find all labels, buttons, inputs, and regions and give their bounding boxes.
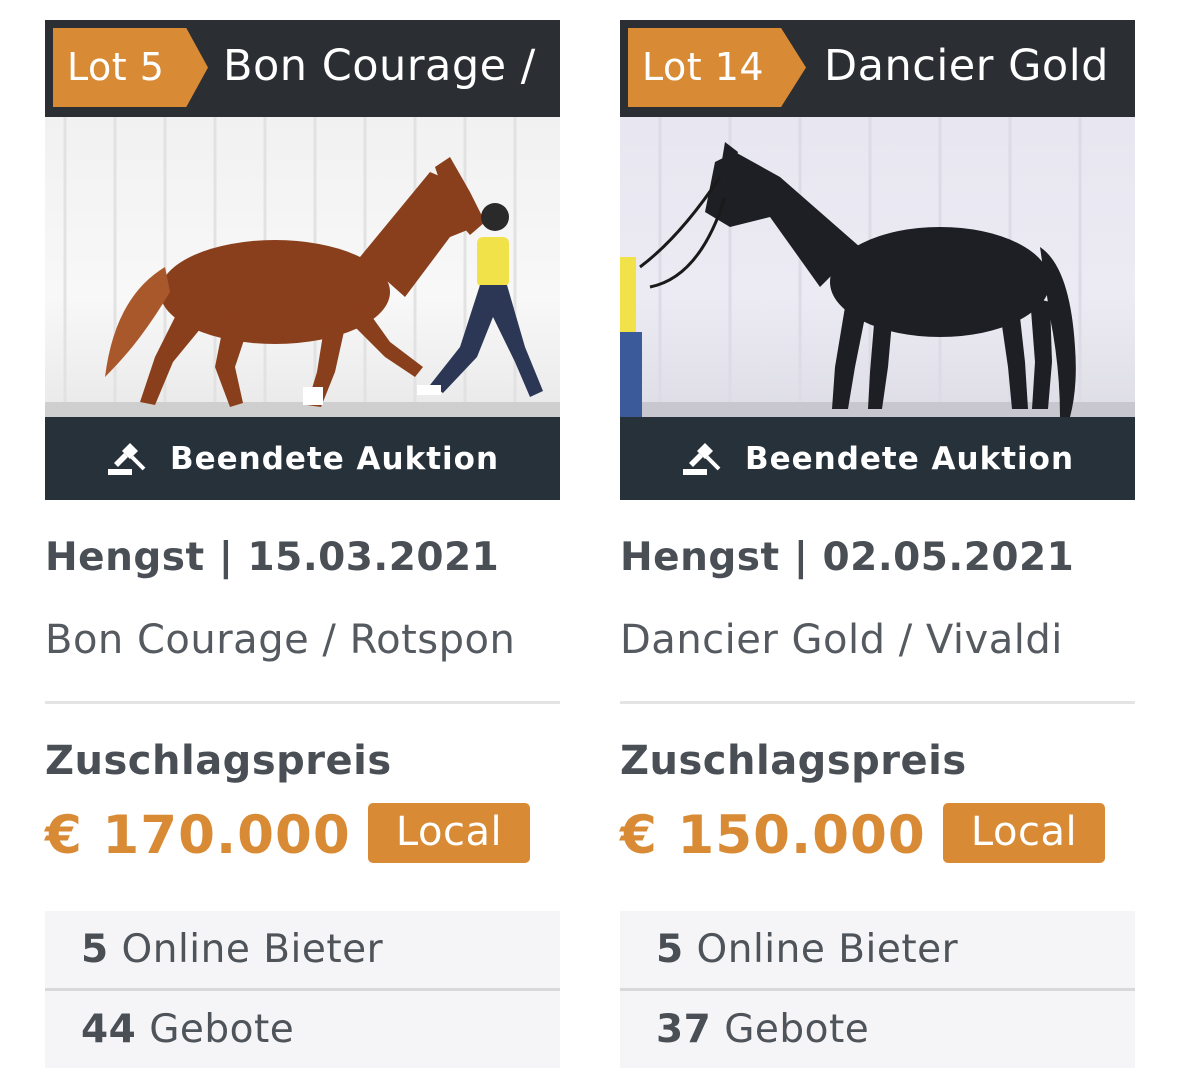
card-header[interactable]: Lot 5 Bon Courage / bbox=[45, 20, 560, 117]
auction-card-lot-14[interactable]: Lot 14 Dancier Gold Beendete Auktion Hen… bbox=[620, 20, 1135, 1068]
horse-meta: Hengst | 02.05.2021 bbox=[620, 534, 1135, 582]
lot-badge: Lot 5 bbox=[53, 28, 208, 107]
price-label: Zuschlagspreis bbox=[620, 738, 967, 784]
meta-divider: | bbox=[793, 535, 809, 580]
horse-gender: Hengst bbox=[45, 535, 205, 580]
bids-label: Gebote bbox=[149, 1007, 295, 1052]
horse-birthdate: 15.03.2021 bbox=[247, 535, 500, 580]
online-bidders-count: 5 bbox=[81, 927, 109, 972]
auction-status-bar: Beendete Auktion bbox=[45, 417, 560, 500]
online-bidders-label: Online Bieter bbox=[121, 927, 384, 972]
bids-row: 37 Gebote bbox=[620, 988, 1135, 1068]
bids-label: Gebote bbox=[724, 1007, 870, 1052]
auction-status-label: Beendete Auktion bbox=[744, 440, 1075, 477]
horse-photo[interactable] bbox=[45, 117, 560, 417]
bids-count: 44 bbox=[81, 1007, 137, 1052]
price-label: Zuschlagspreis bbox=[45, 738, 392, 784]
meta-divider: | bbox=[218, 535, 234, 580]
local-badge: Local bbox=[368, 803, 530, 863]
horse-image bbox=[620, 117, 1135, 417]
horse-gender: Hengst bbox=[620, 535, 780, 580]
price-row: € 170.000 Local bbox=[45, 801, 560, 871]
auction-status-bar: Beendete Auktion bbox=[620, 417, 1135, 500]
lot-badge: Lot 14 bbox=[628, 28, 806, 107]
horse-title[interactable]: Bon Courage / bbox=[223, 36, 536, 96]
card-header[interactable]: Lot 14 Dancier Gold bbox=[620, 20, 1135, 117]
horse-photo[interactable] bbox=[620, 117, 1135, 417]
divider bbox=[620, 701, 1135, 704]
online-bidders-row: 5 Online Bieter bbox=[45, 911, 560, 988]
auction-status-label: Beendete Auktion bbox=[169, 440, 500, 477]
hammer-price: € 150.000 bbox=[620, 805, 926, 866]
gavel-icon bbox=[681, 441, 721, 477]
horse-image bbox=[45, 117, 560, 417]
online-bidders-row: 5 Online Bieter bbox=[620, 911, 1135, 988]
auction-stats: 5 Online Bieter 44 Gebote bbox=[45, 911, 560, 1068]
horse-title[interactable]: Dancier Gold bbox=[824, 36, 1109, 96]
gavel-icon bbox=[106, 441, 146, 477]
horse-pedigree: Bon Courage / Rotspon bbox=[45, 617, 516, 663]
horse-pedigree: Dancier Gold / Vivaldi bbox=[620, 617, 1063, 663]
divider bbox=[45, 701, 560, 704]
horse-birthdate: 02.05.2021 bbox=[822, 535, 1075, 580]
auction-stats: 5 Online Bieter 37 Gebote bbox=[620, 911, 1135, 1068]
online-bidders-label: Online Bieter bbox=[696, 927, 959, 972]
auction-card-lot-5[interactable]: Lot 5 Bon Courage / Beendete Auktion Hen… bbox=[45, 20, 560, 1068]
price-row: € 150.000 Local bbox=[620, 801, 1135, 871]
bids-count: 37 bbox=[656, 1007, 712, 1052]
online-bidders-count: 5 bbox=[656, 927, 684, 972]
horse-meta: Hengst | 15.03.2021 bbox=[45, 534, 560, 582]
bids-row: 44 Gebote bbox=[45, 988, 560, 1068]
local-badge: Local bbox=[943, 803, 1105, 863]
hammer-price: € 170.000 bbox=[45, 805, 351, 866]
